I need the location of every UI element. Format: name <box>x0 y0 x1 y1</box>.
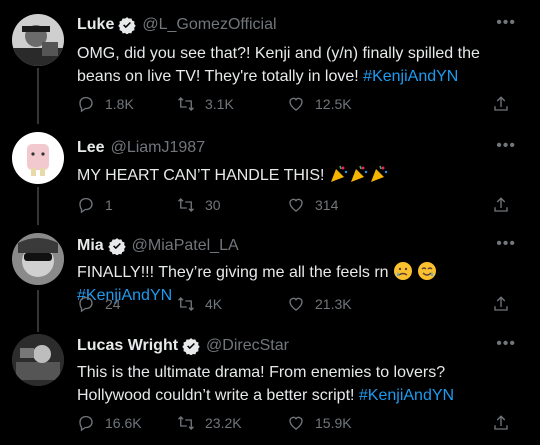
retweet-icon <box>178 97 194 111</box>
avatar-cartoon-icon <box>12 132 64 184</box>
retweet-button[interactable]: 4K <box>177 295 222 313</box>
share-icon <box>494 415 508 430</box>
display-name[interactable]: Luke <box>77 16 114 34</box>
user-handle[interactable]: @L_GomezOfficial <box>142 16 276 34</box>
hashtag-link[interactable]: #KenjiAndYN <box>363 68 458 85</box>
party-popper-icon <box>370 165 388 182</box>
retweet-count: 23.2K <box>205 415 242 431</box>
reply-button[interactable]: 1.8K <box>77 95 134 113</box>
display-name[interactable]: Lee <box>77 139 105 157</box>
reply-button[interactable]: 16.6K <box>77 414 142 432</box>
share-button[interactable] <box>492 414 520 432</box>
share-button[interactable] <box>492 95 520 113</box>
verified-badge-icon <box>182 338 200 355</box>
like-count: 12.5K <box>315 96 352 112</box>
tweet-text-body: MY HEART CAN’T HANDLE THIS! <box>77 167 329 184</box>
reply-count: 1.8K <box>105 96 134 112</box>
display-name[interactable]: Lucas Wright <box>77 337 178 355</box>
heart-icon <box>289 198 303 212</box>
like-count: 21.3K <box>315 296 352 312</box>
reply-icon <box>79 296 93 313</box>
retweet-button[interactable]: 30 <box>177 196 221 214</box>
more-options-icon[interactable]: ••• <box>496 335 516 353</box>
crying-face-icon <box>394 262 412 280</box>
smiling-face-with-tear-icon <box>418 262 437 280</box>
avatar-photo-icon <box>12 233 64 285</box>
like-count: 314 <box>315 197 339 213</box>
reply-button[interactable]: 24 <box>77 295 121 313</box>
avatar-photo-icon <box>12 14 64 66</box>
avatar[interactable] <box>12 132 64 184</box>
reply-count: 24 <box>105 296 121 312</box>
share-icon <box>494 197 508 212</box>
reply-button[interactable]: 1 <box>77 196 113 214</box>
tweet-text: OMG, did you see that?! Kenji and (y/n) … <box>77 42 520 88</box>
tweet-feed: Luke @L_GomezOfficial ••• OMG, did you s… <box>0 0 540 445</box>
retweet-icon <box>178 297 194 311</box>
tweet-actions: 24 4K 21.3K <box>77 295 526 319</box>
avatar[interactable] <box>12 334 64 386</box>
retweet-icon <box>178 416 194 430</box>
reply-icon <box>79 197 93 214</box>
avatar[interactable] <box>12 14 64 66</box>
reply-count: 1 <box>105 197 113 213</box>
retweet-count: 4K <box>205 296 223 312</box>
tweet-actions: 1 30 314 <box>77 196 526 220</box>
tweet[interactable]: Lee @LiamJ1987 ••• MY HEART CAN’T HANDLE… <box>0 124 540 225</box>
party-popper-icon <box>350 165 368 182</box>
like-button[interactable]: 21.3K <box>287 295 352 313</box>
like-button[interactable]: 314 <box>287 196 338 214</box>
reply-count: 16.6K <box>105 415 142 431</box>
tweet-actions: 1.8K 3.1K 12.5K <box>77 95 526 119</box>
retweet-icon <box>178 198 194 212</box>
share-icon <box>494 296 508 311</box>
tweet-text-body: FINALLY!!! They’re giving me all the fee… <box>77 264 393 281</box>
like-button[interactable]: 15.9K <box>287 414 352 432</box>
like-button[interactable]: 12.5K <box>287 95 352 113</box>
party-popper-icon <box>330 165 348 182</box>
retweet-button[interactable]: 3.1K <box>177 95 234 113</box>
user-handle[interactable]: @DirecStar <box>206 337 289 355</box>
reply-icon <box>79 415 93 432</box>
share-button[interactable] <box>492 196 520 214</box>
tweet-actions: 16.6K 23.2K 15.9K <box>77 414 526 438</box>
heart-icon <box>289 297 303 311</box>
tweet-header: Lee @LiamJ1987 ••• <box>77 137 526 159</box>
tweet[interactable]: Luke @L_GomezOfficial ••• OMG, did you s… <box>0 0 540 124</box>
hashtag-link[interactable]: #KenjiAndYN <box>359 387 454 404</box>
retweet-button[interactable]: 23.2K <box>177 414 242 432</box>
tweet[interactable]: Mia @MiaPatel_LA ••• FINALLY!!! They’re … <box>0 225 540 330</box>
avatar-photo-icon <box>12 334 64 386</box>
reply-icon <box>79 96 93 113</box>
verified-badge-icon <box>107 238 126 255</box>
tweet-header: Mia @MiaPatel_LA ••• <box>77 235 526 257</box>
more-options-icon[interactable]: ••• <box>496 14 516 32</box>
heart-icon <box>289 416 303 430</box>
retweet-count: 3.1K <box>205 96 234 112</box>
share-icon <box>494 96 508 111</box>
tweet-text: This is the ultimate drama! From enemies… <box>77 361 520 407</box>
heart-icon <box>289 97 303 111</box>
tweet[interactable]: Lucas Wright @DirecStar ••• This is the … <box>0 330 540 445</box>
more-options-icon[interactable]: ••• <box>496 137 516 155</box>
verified-badge-icon <box>118 17 137 34</box>
more-options-icon[interactable]: ••• <box>496 235 516 253</box>
like-count: 15.9K <box>315 415 352 431</box>
tweet-header: Lucas Wright @DirecStar ••• <box>77 335 526 357</box>
retweet-count: 30 <box>205 197 221 213</box>
share-button[interactable] <box>492 295 520 313</box>
avatar[interactable] <box>12 233 64 285</box>
tweet-header: Luke @L_GomezOfficial ••• <box>77 14 526 36</box>
display-name[interactable]: Mia <box>77 237 104 255</box>
user-handle[interactable]: @MiaPatel_LA <box>132 237 239 255</box>
user-handle[interactable]: @LiamJ1987 <box>111 139 206 157</box>
tweet-text: MY HEART CAN’T HANDLE THIS! <box>77 164 520 187</box>
